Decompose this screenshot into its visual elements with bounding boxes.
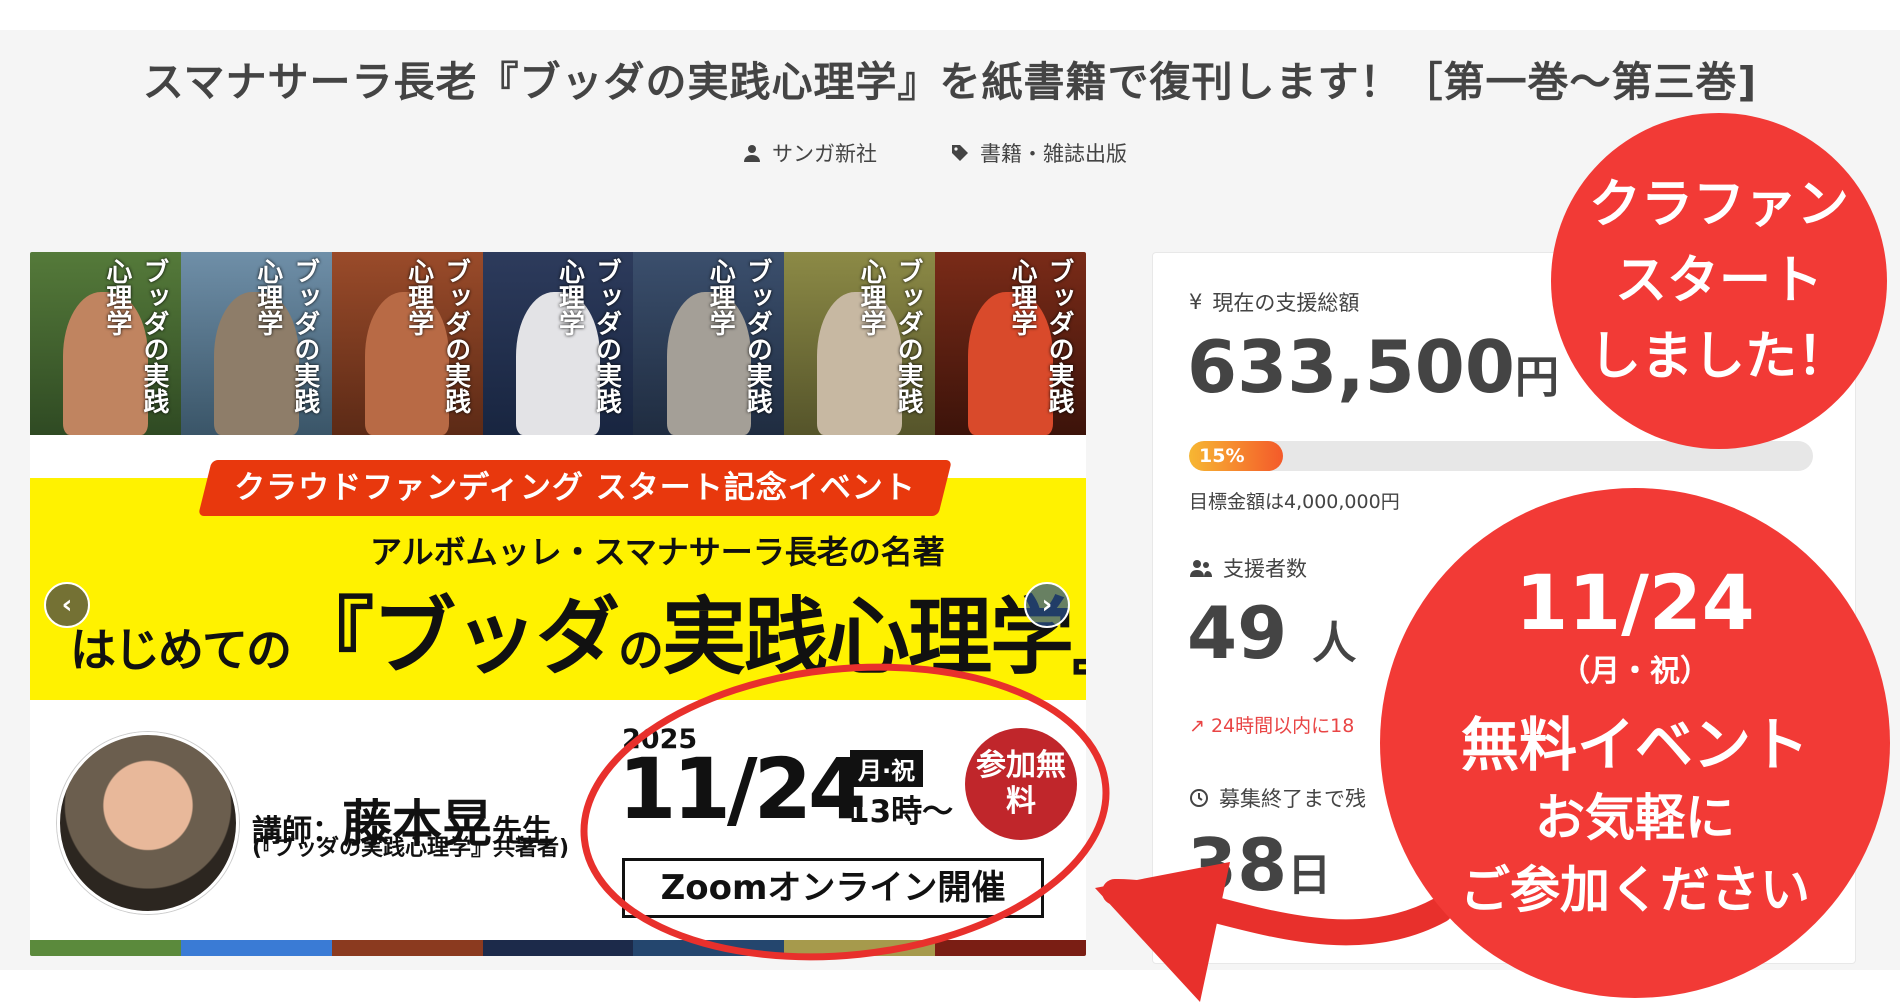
trend-up-icon: ↗ <box>1189 715 1205 737</box>
speaker-photo <box>57 732 239 914</box>
trend-text: ↗ 24時間以内に18 <box>1189 715 1355 737</box>
book-cover: ブッダの実践心理学 <box>633 252 785 435</box>
speaker-note: (『ブッダの実践心理学』共著者) <box>252 836 570 861</box>
color-strip <box>30 940 1086 956</box>
event-title: はじめての『ブッダの実践心理学』 <box>70 588 1086 686</box>
event-format: Zoomオンライン開催 <box>622 858 1044 918</box>
book-cover: ブッダの実践心理学 <box>30 252 181 435</box>
book-cover: ブッダの実践心理学 <box>331 252 483 435</box>
remaining-value: 38日 <box>1187 823 1332 907</box>
goal-amount: 目標金額は4,000,000円 <box>1189 491 1400 513</box>
category-link[interactable]: 書籍・雑誌出版 <box>950 138 1127 168</box>
bubble-event-date: 11/24 <box>1515 558 1755 647</box>
event-day: 月·祝 <box>850 750 924 787</box>
project-banner[interactable]: ブッダの実践心理学 ブッダの実践心理学 ブッダの実践心理学 ブッダの実践心理学 … <box>30 252 1086 956</box>
banner-subtitle: アルボムッレ・スマナサーラ長老の名著 <box>370 533 945 571</box>
users-icon <box>1190 560 1212 577</box>
bubble-free-event: 無料イベント <box>1460 711 1809 779</box>
event-time: 13時〜 <box>848 794 954 830</box>
book-cover: ブッダの実践心理学 <box>482 252 634 435</box>
book-covers: ブッダの実践心理学 ブッダの実践心理学 ブッダの実践心理学 ブッダの実践心理学 … <box>30 252 1086 435</box>
yen-icon: ¥ <box>1189 290 1203 314</box>
book-cover: ブッダの実践心理学 <box>784 252 936 435</box>
tag-icon <box>952 145 968 161</box>
progress-fill: 15% <box>1189 441 1283 471</box>
carousel-prev-button[interactable]: ‹ <box>44 582 90 628</box>
supporters-value: 49 人 <box>1187 591 1357 675</box>
user-icon <box>744 145 760 162</box>
bubble-event-day: （月・祝） <box>1560 654 1710 689</box>
free-event-bubble: 11/24 （月・祝） 無料イベント お気軽に ご参加ください <box>1380 488 1890 998</box>
author-name: サンガ新社 <box>772 142 877 166</box>
carousel-next-button[interactable]: › <box>1024 582 1070 628</box>
event-tag: クラウドファンディング スタート記念イベント <box>234 470 916 506</box>
amount-value: 633,500円 <box>1187 325 1559 409</box>
book-cover: ブッダの実践心理学 <box>935 252 1086 435</box>
category-name: 書籍・雑誌出版 <box>980 142 1127 166</box>
bubble-invite-line1: お気軽に <box>1535 789 1735 847</box>
free-badge: 参加無料 <box>965 728 1077 840</box>
author-link[interactable]: サンガ新社 <box>742 138 877 168</box>
amount-label: ¥ 現在の支援総額 <box>1189 290 1360 315</box>
supporters-label: 支援者数 <box>1189 553 1307 583</box>
bubble-invite-line2: ご参加ください <box>1460 861 1810 919</box>
project-title: スマナサーラ長老『ブッダの実践心理学』を紙書籍で復刊します！［第一巻〜第三巻] <box>142 58 1758 106</box>
event-date: 11/24 <box>618 740 866 838</box>
clock-icon <box>1190 789 1208 807</box>
campaign-start-bubble: クラファン スタート しました！ <box>1551 113 1887 449</box>
remaining-label: 募集終了まで残 <box>1189 783 1366 813</box>
book-cover: ブッダの実践心理学 <box>180 252 332 435</box>
